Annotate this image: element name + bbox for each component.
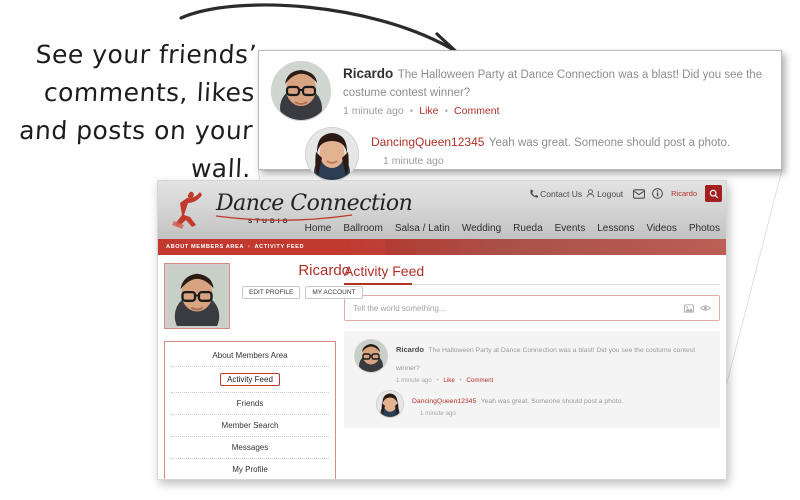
search-button[interactable] [705,185,722,202]
nav-item-events[interactable]: Events [555,223,586,234]
nav-item-ballroom[interactable]: Ballroom [343,223,382,234]
sidebar-item-messages[interactable]: Messages [171,437,329,459]
feed-reply: DancingQueen12345 Yeah was great. Someon… [376,390,710,418]
utility-bar: Contact Us Logout Ricardo [529,185,722,202]
main-nav: Home Ballroom Salsa / Latin Wedding Rued… [305,223,720,234]
person-icon [586,189,595,198]
sidebar-item-activity-feed[interactable]: Activity Feed [171,367,329,393]
logout-label: Logout [597,188,624,199]
edit-profile-button[interactable]: EDIT PROFILE [242,286,301,299]
nav-item-videos[interactable]: Videos [646,223,676,234]
callout-post-time: 1 minute ago [343,105,404,117]
callout-reply-author[interactable]: DancingQueen12345 [371,135,484,149]
status-input[interactable]: Tell the world something... [344,295,720,321]
sidebar-item-about-members-area[interactable]: About Members Area [171,345,329,367]
sidebar-menu: About Members Area Activity Feed Friends… [164,341,336,479]
sidebar-item-label: About Members Area [212,351,288,360]
callout-post-comment-link[interactable]: Comment [454,105,500,117]
current-username[interactable]: Ricardo [671,189,697,198]
feed-post-comment-link[interactable]: Comment [466,377,493,384]
browser-window: Dance Connection STUDIO Contact Us Logou… [157,180,727,480]
callout-reply-text: Yeah was great. Someone should post a ph… [488,137,731,149]
contact-us-link[interactable]: Contact Us [529,189,582,199]
feed-post-time: 1 minute ago [396,377,432,384]
site-header: Dance Connection STUDIO Contact Us Logou… [158,181,726,239]
phone-icon [530,189,539,198]
nav-item-salsa-latin[interactable]: Salsa / Latin [395,223,450,234]
callout-post-author[interactable]: Ricardo [343,66,393,81]
sidebar-item-label: Member Search [221,421,279,430]
breadcrumb-separator: › [248,244,251,250]
sidebar-item-label: Friends [236,399,264,408]
page-title: Activity Feed [344,263,720,285]
logout-link[interactable]: Logout [586,189,623,199]
search-icon [709,189,718,198]
breadcrumb-root[interactable]: ABOUT MEMBERS AREA [166,244,244,250]
breadcrumb: ABOUT MEMBERS AREA › ACTIVITY FEED [158,239,726,255]
logo-swoosh-icon [215,214,353,221]
breadcrumb-current: ACTIVITY FEED [254,244,305,250]
sidebar-item-my-profile[interactable]: My Profile [171,459,329,479]
feed-post: Ricardo The Halloween Party at Dance Con… [344,331,720,428]
zoom-callout-panel: Ricardo The Halloween Party at Dance Con… [258,50,782,181]
callout-post-avatar[interactable] [271,61,331,121]
dancer-logo-icon [172,191,202,229]
feed-post-sep-1: • [436,377,439,384]
image-icon[interactable] [684,303,694,313]
status-input-placeholder: Tell the world something... [353,303,446,313]
eye-icon[interactable] [700,304,711,312]
callout-post: Ricardo The Halloween Party at Dance Con… [259,51,781,181]
nav-item-wedding[interactable]: Wedding [462,223,501,234]
feed-post-author[interactable]: Ricardo [396,345,424,354]
nav-item-rueda[interactable]: Rueda [513,223,542,234]
nav-item-lessons[interactable]: Lessons [597,223,634,234]
profile-actions: EDIT PROFILE MY ACCOUNT [242,286,363,299]
page-title: Ricardo [298,262,350,279]
feed-reply-time: 1 minute ago [420,410,456,417]
sidebar-item-member-search[interactable]: Member Search [171,415,329,437]
sidebar-item-friends[interactable]: Friends [171,393,329,415]
callout-post-text: The Halloween Party at Dance Connection … [343,69,763,99]
callout-post-sep-1: • [409,105,414,117]
sidebar-item-label: My Profile [232,465,268,474]
feed-post-like-link[interactable]: Like [443,377,454,384]
callout-reply-avatar[interactable] [305,127,359,181]
main-content: Activity Feed Tell the world something..… [344,263,720,479]
contact-us-label: Contact Us [540,188,583,199]
info-icon[interactable] [652,188,664,199]
feed-reply-author[interactable]: DancingQueen12345 [412,398,476,405]
nav-item-photos[interactable]: Photos [689,223,720,234]
annotation-line-2: comments, likes [43,78,256,107]
mail-icon[interactable] [633,188,646,199]
feed-post-text: The Halloween Party at Dance Connection … [396,347,696,372]
annotation-line-3: and posts on your [18,116,254,145]
feed-reply-text: Yeah was great. Someone should post a ph… [480,398,624,405]
avatar[interactable] [164,263,230,329]
callout-reply-time: 1 minute ago [383,155,444,167]
callout-post-like-link[interactable]: Like [419,105,438,117]
callout-post-sep-2: • [444,105,449,117]
my-account-button[interactable]: MY ACCOUNT [305,286,363,299]
nav-item-home[interactable]: Home [305,223,332,234]
feed-reply-avatar[interactable] [376,390,404,418]
feed-post-avatar[interactable] [354,339,388,373]
sidebar-item-label: Activity Feed [220,373,280,386]
sidebar-item-label: Messages [231,443,269,452]
callout-reply: DancingQueen12345 Yeah was great. Someon… [305,127,769,181]
feed-post-sep-2: • [459,377,462,384]
